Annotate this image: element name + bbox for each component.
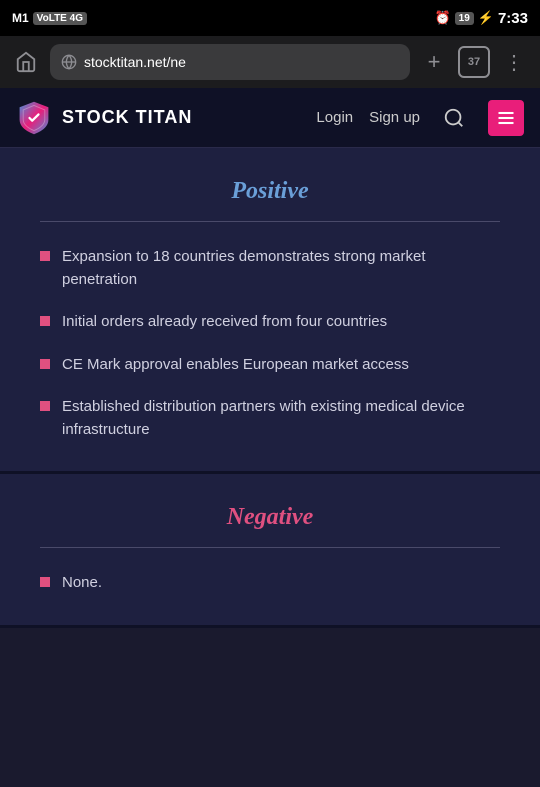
security-icon bbox=[60, 53, 78, 71]
bullet-icon bbox=[40, 251, 50, 261]
site-nav: Login Sign up bbox=[316, 100, 524, 136]
logo-icon bbox=[16, 100, 52, 136]
positive-section: Positive Expansion to 18 countries demon… bbox=[0, 148, 540, 474]
positive-title: Positive bbox=[40, 178, 500, 205]
bullet-text: None. bbox=[62, 572, 102, 595]
list-item: Initial orders already received from fou… bbox=[40, 311, 500, 334]
browser-bar: stocktitan.net/ne + 37 ⋮ bbox=[0, 36, 540, 88]
status-right: ⏰ 19 ⚡ 7:33 bbox=[434, 10, 528, 27]
lightning-icon: ⚡ bbox=[478, 10, 494, 26]
status-left: M1 VoLTE 4G bbox=[12, 11, 87, 25]
negative-section: Negative None. bbox=[0, 474, 540, 628]
bullet-text: CE Mark approval enables European market… bbox=[62, 354, 409, 377]
url-text: stocktitan.net/ne bbox=[84, 54, 400, 70]
negative-list: None. bbox=[40, 572, 500, 595]
more-menu-button[interactable]: ⋮ bbox=[498, 46, 530, 78]
bullet-text: Initial orders already received from fou… bbox=[62, 311, 387, 334]
bullet-text: Established distribution partners with e… bbox=[62, 396, 500, 441]
search-button[interactable] bbox=[436, 100, 472, 136]
list-item: Expansion to 18 countries demonstrates s… bbox=[40, 246, 500, 291]
bullet-text: Expansion to 18 countries demonstrates s… bbox=[62, 246, 500, 291]
tabs-button[interactable]: 37 bbox=[458, 46, 490, 78]
positive-list: Expansion to 18 countries demonstrates s… bbox=[40, 246, 500, 441]
bullet-icon bbox=[40, 316, 50, 326]
alarm-icon: ⏰ bbox=[434, 10, 450, 26]
carrier-text: M1 bbox=[12, 11, 29, 25]
status-time: 7:33 bbox=[498, 10, 528, 27]
url-bar[interactable]: stocktitan.net/ne bbox=[50, 44, 410, 80]
new-tab-button[interactable]: + bbox=[418, 46, 450, 78]
negative-divider bbox=[40, 547, 500, 548]
home-button[interactable] bbox=[10, 46, 42, 78]
login-link[interactable]: Login bbox=[316, 109, 353, 126]
content-area: Positive Expansion to 18 countries demon… bbox=[0, 148, 540, 728]
bullet-icon bbox=[40, 401, 50, 411]
list-item: CE Mark approval enables European market… bbox=[40, 354, 500, 377]
site-logo[interactable]: STOCK TITAN bbox=[16, 100, 192, 136]
battery-level: 19 bbox=[455, 12, 474, 25]
list-item: None. bbox=[40, 572, 500, 595]
positive-divider bbox=[40, 221, 500, 222]
bullet-icon bbox=[40, 577, 50, 587]
site-header: STOCK TITAN Login Sign up bbox=[0, 88, 540, 148]
bullet-icon bbox=[40, 359, 50, 369]
logo-text: STOCK TITAN bbox=[62, 107, 192, 128]
list-item: Established distribution partners with e… bbox=[40, 396, 500, 441]
status-bar: M1 VoLTE 4G ⏰ 19 ⚡ 7:33 bbox=[0, 0, 540, 36]
menu-button[interactable] bbox=[488, 100, 524, 136]
signup-link[interactable]: Sign up bbox=[369, 109, 420, 126]
negative-title: Negative bbox=[40, 504, 500, 531]
network-badge: VoLTE 4G bbox=[33, 12, 87, 25]
